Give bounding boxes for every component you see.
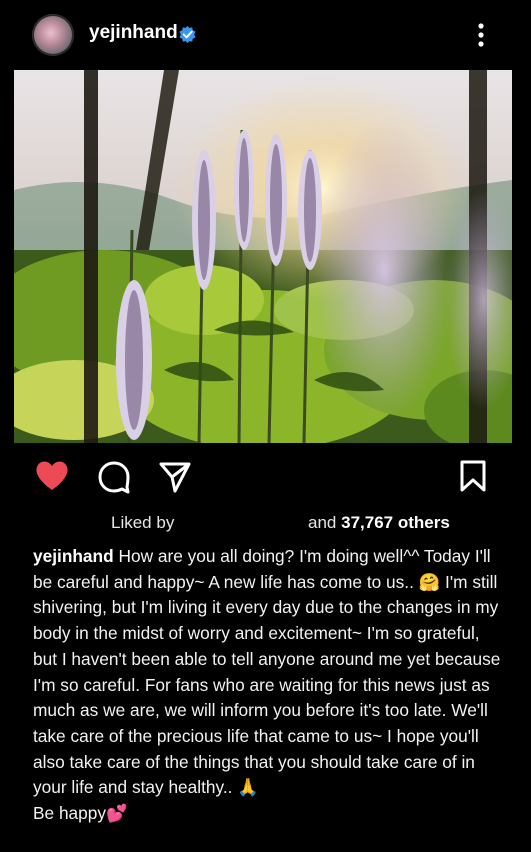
heart-icon[interactable] (34, 458, 70, 492)
caption-text-2: I'm still shivering, but I'm living it e… (33, 571, 501, 798)
likes-summary[interactable]: Liked by and 37,767 others (0, 513, 531, 537)
post-caption: yejinhand How are you all doing? I'm doi… (33, 544, 503, 827)
hugging-emoji: 🤗 (418, 571, 441, 592)
bookmark-icon[interactable] (458, 459, 488, 493)
verified-badge-icon (179, 25, 196, 44)
caption-username[interactable]: yejinhand (33, 546, 114, 566)
hearts-emoji: 💕 (106, 803, 128, 824)
liked-by-label: Liked by (111, 513, 175, 532)
likes-count[interactable]: and 37,767 others (308, 513, 450, 533)
comment-icon[interactable] (97, 460, 131, 494)
post-photo[interactable] (14, 70, 512, 443)
share-icon[interactable] (158, 460, 192, 494)
flower-photo (14, 70, 512, 443)
praying-hands-emoji: 🙏 (237, 777, 259, 798)
others-count: 37,767 others (341, 513, 450, 532)
caption-text-3: Be happy (33, 803, 107, 824)
post-username[interactable]: yejinhand (89, 22, 178, 44)
post-header: yejinhand (0, 0, 531, 70)
avatar[interactable] (32, 14, 74, 56)
more-vertical-icon[interactable] (472, 20, 490, 50)
and-label: and (308, 513, 337, 532)
